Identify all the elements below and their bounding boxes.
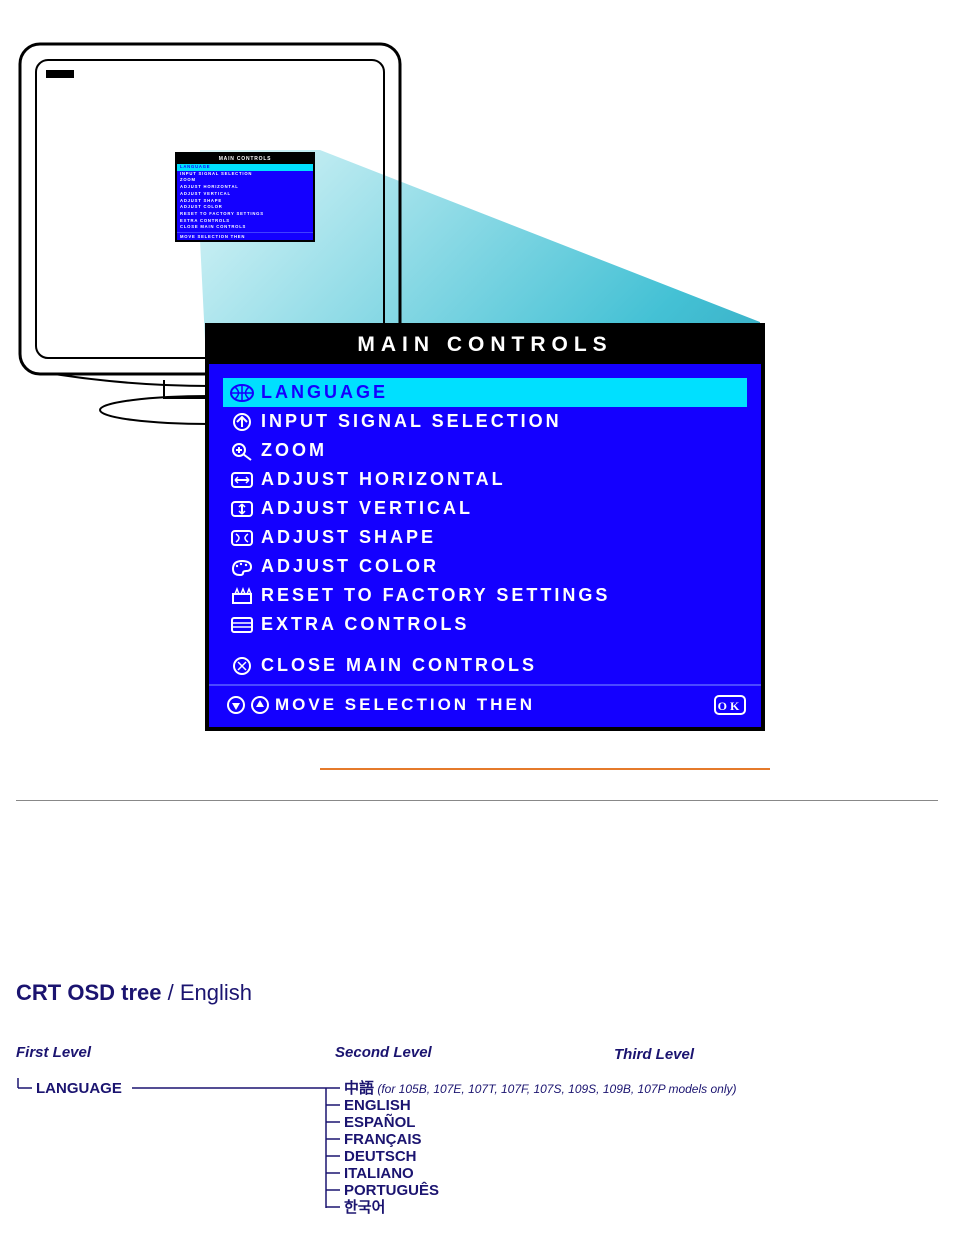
- osd-main-controls: MAIN CONTROLS LANGUAGE INPUT SIGNAL SELE…: [205, 323, 765, 731]
- level-3-label: Third Level: [614, 1046, 694, 1063]
- color-icon: [223, 557, 261, 577]
- tree-child-portugues: PORTUGUÊS: [344, 1182, 439, 1199]
- osd-item-label: CLOSE MAIN CONTROLS: [261, 655, 747, 676]
- osd-item-zoom[interactable]: ZOOM: [223, 436, 747, 465]
- osd-item-adjust-color[interactable]: ADJUST COLOR: [223, 552, 747, 581]
- osd-item-label: LANGUAGE: [261, 382, 747, 403]
- level-2-label: Second Level: [335, 1044, 432, 1061]
- mini-osd-title: MAIN CONTROLS: [177, 154, 313, 164]
- osd-tree-heading-bold: CRT OSD tree: [16, 980, 161, 1005]
- language-icon: [223, 383, 261, 403]
- osd-item-close[interactable]: CLOSE MAIN CONTROLS: [223, 651, 747, 680]
- shape-icon: [223, 528, 261, 548]
- orange-divider: [320, 768, 770, 770]
- close-icon: [223, 656, 261, 676]
- osd-item-label: ADJUST VERTICAL: [261, 498, 747, 519]
- osd-item-input-signal[interactable]: INPUT SIGNAL SELECTION: [223, 407, 747, 436]
- osd-item-label: ADJUST HORIZONTAL: [261, 469, 747, 490]
- osd-item-adjust-vertical[interactable]: ADJUST VERTICAL: [223, 494, 747, 523]
- tree-child-deutsch: DEUTSCH: [344, 1148, 417, 1165]
- osd-item-label: ZOOM: [261, 440, 747, 461]
- osd-item-reset-factory[interactable]: RESET TO FACTORY SETTINGS: [223, 581, 747, 610]
- horiz-icon: [223, 470, 261, 490]
- tree-child-francais: FRANÇAIS: [344, 1131, 422, 1148]
- osd-item-adjust-shape[interactable]: ADJUST SHAPE: [223, 523, 747, 552]
- osd-item-adjust-horizontal[interactable]: ADJUST HORIZONTAL: [223, 465, 747, 494]
- osd-item-label: ADJUST SHAPE: [261, 527, 747, 548]
- mini-osd-selected: LANGUAGE: [177, 164, 313, 171]
- osd-menu-list: LANGUAGE INPUT SIGNAL SELECTION ZOOM ADJ…: [209, 364, 761, 684]
- tree-child-english: ENGLISH: [344, 1097, 411, 1114]
- reset-icon: [223, 586, 261, 606]
- move-selection-icons: [225, 695, 275, 715]
- tree-root-language: LANGUAGE: [36, 1080, 122, 1097]
- tree-child-espanol: ESPAÑOL: [344, 1114, 415, 1131]
- osd-tree-diagram: LANGUAGE 中語 (for 105B, 107E, 107T, 107F,…: [14, 1078, 734, 1228]
- osd-title: MAIN CONTROLS: [209, 327, 761, 364]
- level-1-label: First Level: [16, 1044, 91, 1061]
- osd-footer: MOVE SELECTION THEN OK: [209, 684, 761, 726]
- osd-item-label: RESET TO FACTORY SETTINGS: [261, 585, 747, 606]
- osd-tree-heading-lang: English: [180, 980, 252, 1005]
- osd-item-language[interactable]: LANGUAGE: [223, 378, 747, 407]
- tree-child-chinese: 中語 (for 105B, 107E, 107T, 107F, 107S, 10…: [344, 1080, 736, 1098]
- vert-icon: [223, 499, 261, 519]
- input-icon: [223, 412, 261, 432]
- grey-divider: [16, 800, 938, 801]
- osd-item-label: EXTRA CONTROLS: [261, 614, 747, 635]
- svg-text:OK: OK: [718, 699, 743, 713]
- tree-child-italiano: ITALIANO: [344, 1165, 414, 1182]
- osd-tree-heading: CRT OSD tree / English: [16, 980, 252, 1006]
- tree-child-korean: 한국어: [344, 1199, 385, 1216]
- ok-icon: OK: [707, 694, 747, 716]
- mini-osd-thumbnail: MAIN CONTROLS LANGUAGE INPUT SIGNAL SELE…: [175, 152, 315, 242]
- osd-footer-label: MOVE SELECTION THEN: [275, 695, 707, 715]
- osd-item-extra-controls[interactable]: EXTRA CONTROLS: [223, 610, 747, 639]
- zoom-icon: [223, 441, 261, 461]
- osd-item-label: ADJUST COLOR: [261, 556, 747, 577]
- extra-icon: [223, 615, 261, 635]
- osd-item-label: INPUT SIGNAL SELECTION: [261, 411, 747, 432]
